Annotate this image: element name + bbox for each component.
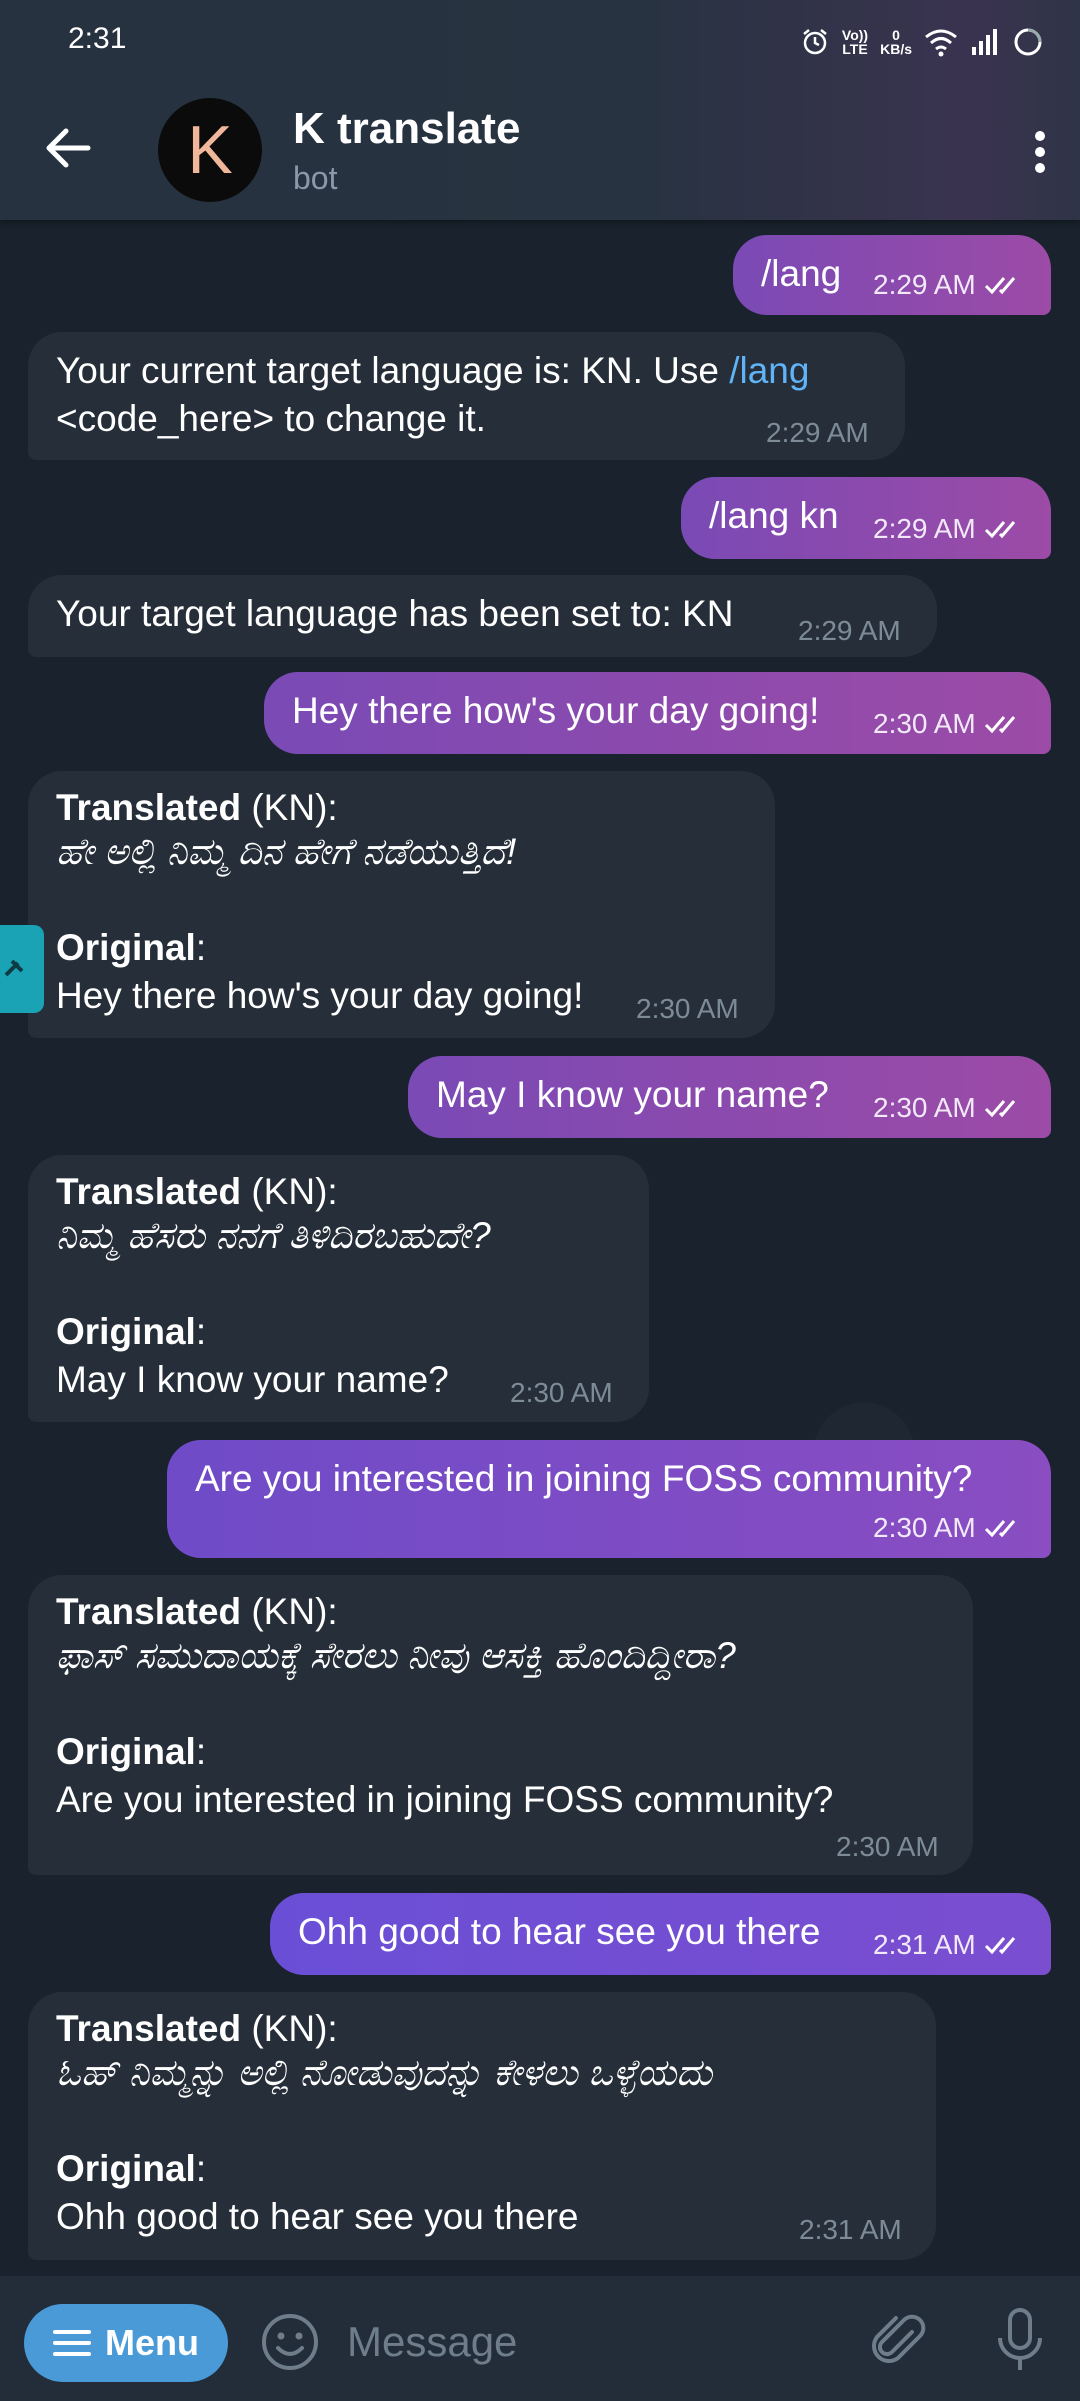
- more-options-icon[interactable]: [1020, 122, 1060, 182]
- message-time: 2:29 AM: [766, 417, 869, 448]
- outgoing-message[interactable]: Are you interested in joining FOSS commu…: [167, 1440, 1051, 1558]
- message-text: Ohh good to hear see you there: [298, 1911, 821, 1952]
- outgoing-message[interactable]: /lang kn 2:29 AM: [681, 477, 1051, 559]
- attachment-icon[interactable]: [868, 2310, 932, 2374]
- emoji-icon[interactable]: [258, 2310, 322, 2374]
- message-time: 2:30 AM: [873, 1512, 1024, 1544]
- double-check-icon: [984, 1937, 1015, 1955]
- translated-text: ಫಾಸ್ ಸಮುದಾಯಕ್ಕೆ ಸೇರಲು ನೀವು ಆಸಕ್ತಿ ಹೊಂದಿದ…: [56, 1635, 736, 1676]
- original-text: May I know your name?: [56, 1359, 449, 1400]
- double-check-icon: [984, 277, 1015, 295]
- microphone-icon[interactable]: [990, 2306, 1050, 2376]
- alarm-icon: [803, 29, 827, 55]
- translated-text: ನಿಮ್ಮ ಹೆಸರು ನನಗೆ ತಿಳಿದಿರಬಹುದೇ?: [56, 1215, 491, 1256]
- wifi-icon: [925, 29, 957, 57]
- original-header: Original:: [56, 2148, 207, 2189]
- outgoing-message[interactable]: Hey there how's your day going! 2:30 AM: [264, 672, 1051, 754]
- status-time: 2:31: [68, 22, 127, 55]
- status-icons: Vo)) LTE 0 KB/s: [800, 22, 1044, 62]
- double-check-icon: [984, 521, 1015, 539]
- incoming-message[interactable]: Translated (KN): ಫಾಸ್ ಸಮುದಾಯಕ್ಕೆ ಸೇರಲು ನ…: [28, 1575, 973, 1875]
- message-text: May I know your name?: [436, 1074, 829, 1115]
- message-time: 2:29 AM: [873, 269, 1024, 301]
- original-text: Ohh good to hear see you there: [56, 2196, 579, 2237]
- message-text: /lang kn: [709, 495, 839, 536]
- message-text: Hey there how's your day going!: [292, 690, 820, 731]
- battery-loading-icon: [1014, 28, 1042, 56]
- message-time: 2:30 AM: [873, 1092, 1024, 1124]
- original-text: Are you interested in joining FOSS commu…: [56, 1779, 834, 1820]
- floating-side-tab[interactable]: [0, 925, 44, 1013]
- message-time: 2:30 AM: [873, 708, 1024, 740]
- signal-icon: [972, 29, 997, 55]
- incoming-message[interactable]: Your target language has been set to: KN…: [28, 575, 937, 657]
- menu-button-label: Menu: [105, 2322, 199, 2363]
- translated-header: Translated (KN):: [56, 2008, 338, 2049]
- message-input[interactable]: [345, 2306, 849, 2378]
- translated-header: Translated (KN):: [56, 1171, 338, 1212]
- message-time: 2:30 AM: [510, 1377, 613, 1408]
- incoming-message[interactable]: Translated (KN): ಹೇ ಅಲ್ಲಿ ನಿಮ್ಮ ದಿನ ಹೇಗೆ…: [28, 771, 775, 1038]
- original-header: Original:: [56, 1311, 207, 1352]
- double-check-icon: [984, 1100, 1015, 1118]
- outgoing-message[interactable]: Ohh good to hear see you there 2:31 AM: [270, 1893, 1051, 1975]
- network-speed: 0 KB/s: [880, 27, 912, 57]
- pin-icon: [4, 959, 24, 977]
- chat-area[interactable]: /lang 2:29 AM Your current target langua…: [0, 220, 1080, 2275]
- bot-avatar[interactable]: K: [158, 98, 262, 202]
- message-text: Are you interested in joining FOSS commu…: [195, 1458, 973, 1499]
- message-time: 2:31 AM: [799, 2214, 902, 2245]
- message-text: Your current target language is: KN. Use…: [56, 350, 810, 391]
- message-text-line2: <code_here> to change it.: [56, 398, 486, 439]
- double-check-icon: [984, 716, 1015, 734]
- translated-text: ಓಹ್ ನಿಮ್ಮನ್ನು ಅಲ್ಲಿ ನೋಡುವುದನ್ನು ಕೇಳಲು ಒಳ…: [56, 2052, 713, 2093]
- original-header: Original:: [56, 927, 207, 968]
- translated-text: ಹೇ ಅಲ್ಲಿ ನಿಮ್ಮ ದಿನ ಹೇಗೆ ನಡೆಯುತ್ತಿದೆ!: [56, 831, 517, 872]
- command-link[interactable]: /lang: [729, 350, 809, 391]
- original-text: Hey there how's your day going!: [56, 975, 584, 1016]
- message-text: Your target language has been set to: KN: [56, 593, 734, 634]
- back-arrow-icon[interactable]: [38, 118, 98, 178]
- incoming-message[interactable]: Your current target language is: KN. Use…: [28, 332, 905, 460]
- message-time: 2:29 AM: [798, 615, 901, 646]
- bot-menu-button[interactable]: Menu: [24, 2304, 228, 2382]
- message-input-bar: Menu: [0, 2275, 1080, 2401]
- message-time: 2:29 AM: [873, 513, 1024, 545]
- translated-header: Translated (KN):: [56, 787, 338, 828]
- message-text: /lang: [761, 253, 842, 294]
- original-header: Original:: [56, 1731, 207, 1772]
- translated-header: Translated (KN):: [56, 1591, 338, 1632]
- outgoing-message[interactable]: May I know your name? 2:30 AM: [408, 1056, 1051, 1138]
- message-time: 2:30 AM: [636, 993, 739, 1024]
- outgoing-message[interactable]: /lang 2:29 AM: [733, 235, 1051, 315]
- chat-title[interactable]: K translate: [293, 104, 520, 154]
- chat-header: 2:31 Vo)) LTE 0 KB/s K K translate bot: [0, 0, 1080, 220]
- message-time: 2:30 AM: [836, 1831, 939, 1862]
- chat-subtitle: bot: [293, 160, 338, 196]
- volte-indicator: Vo)) LTE: [841, 27, 869, 57]
- incoming-message[interactable]: Translated (KN): ನಿಮ್ಮ ಹೆಸರು ನನಗೆ ತಿಳಿದಿ…: [28, 1155, 649, 1422]
- menu-icon: [53, 2330, 91, 2356]
- incoming-message[interactable]: Translated (KN): ಓಹ್ ನಿಮ್ಮನ್ನು ಅಲ್ಲಿ ನೋಡ…: [28, 1992, 936, 2260]
- double-check-icon: [984, 1520, 1015, 1538]
- message-time: 2:31 AM: [873, 1929, 1024, 1961]
